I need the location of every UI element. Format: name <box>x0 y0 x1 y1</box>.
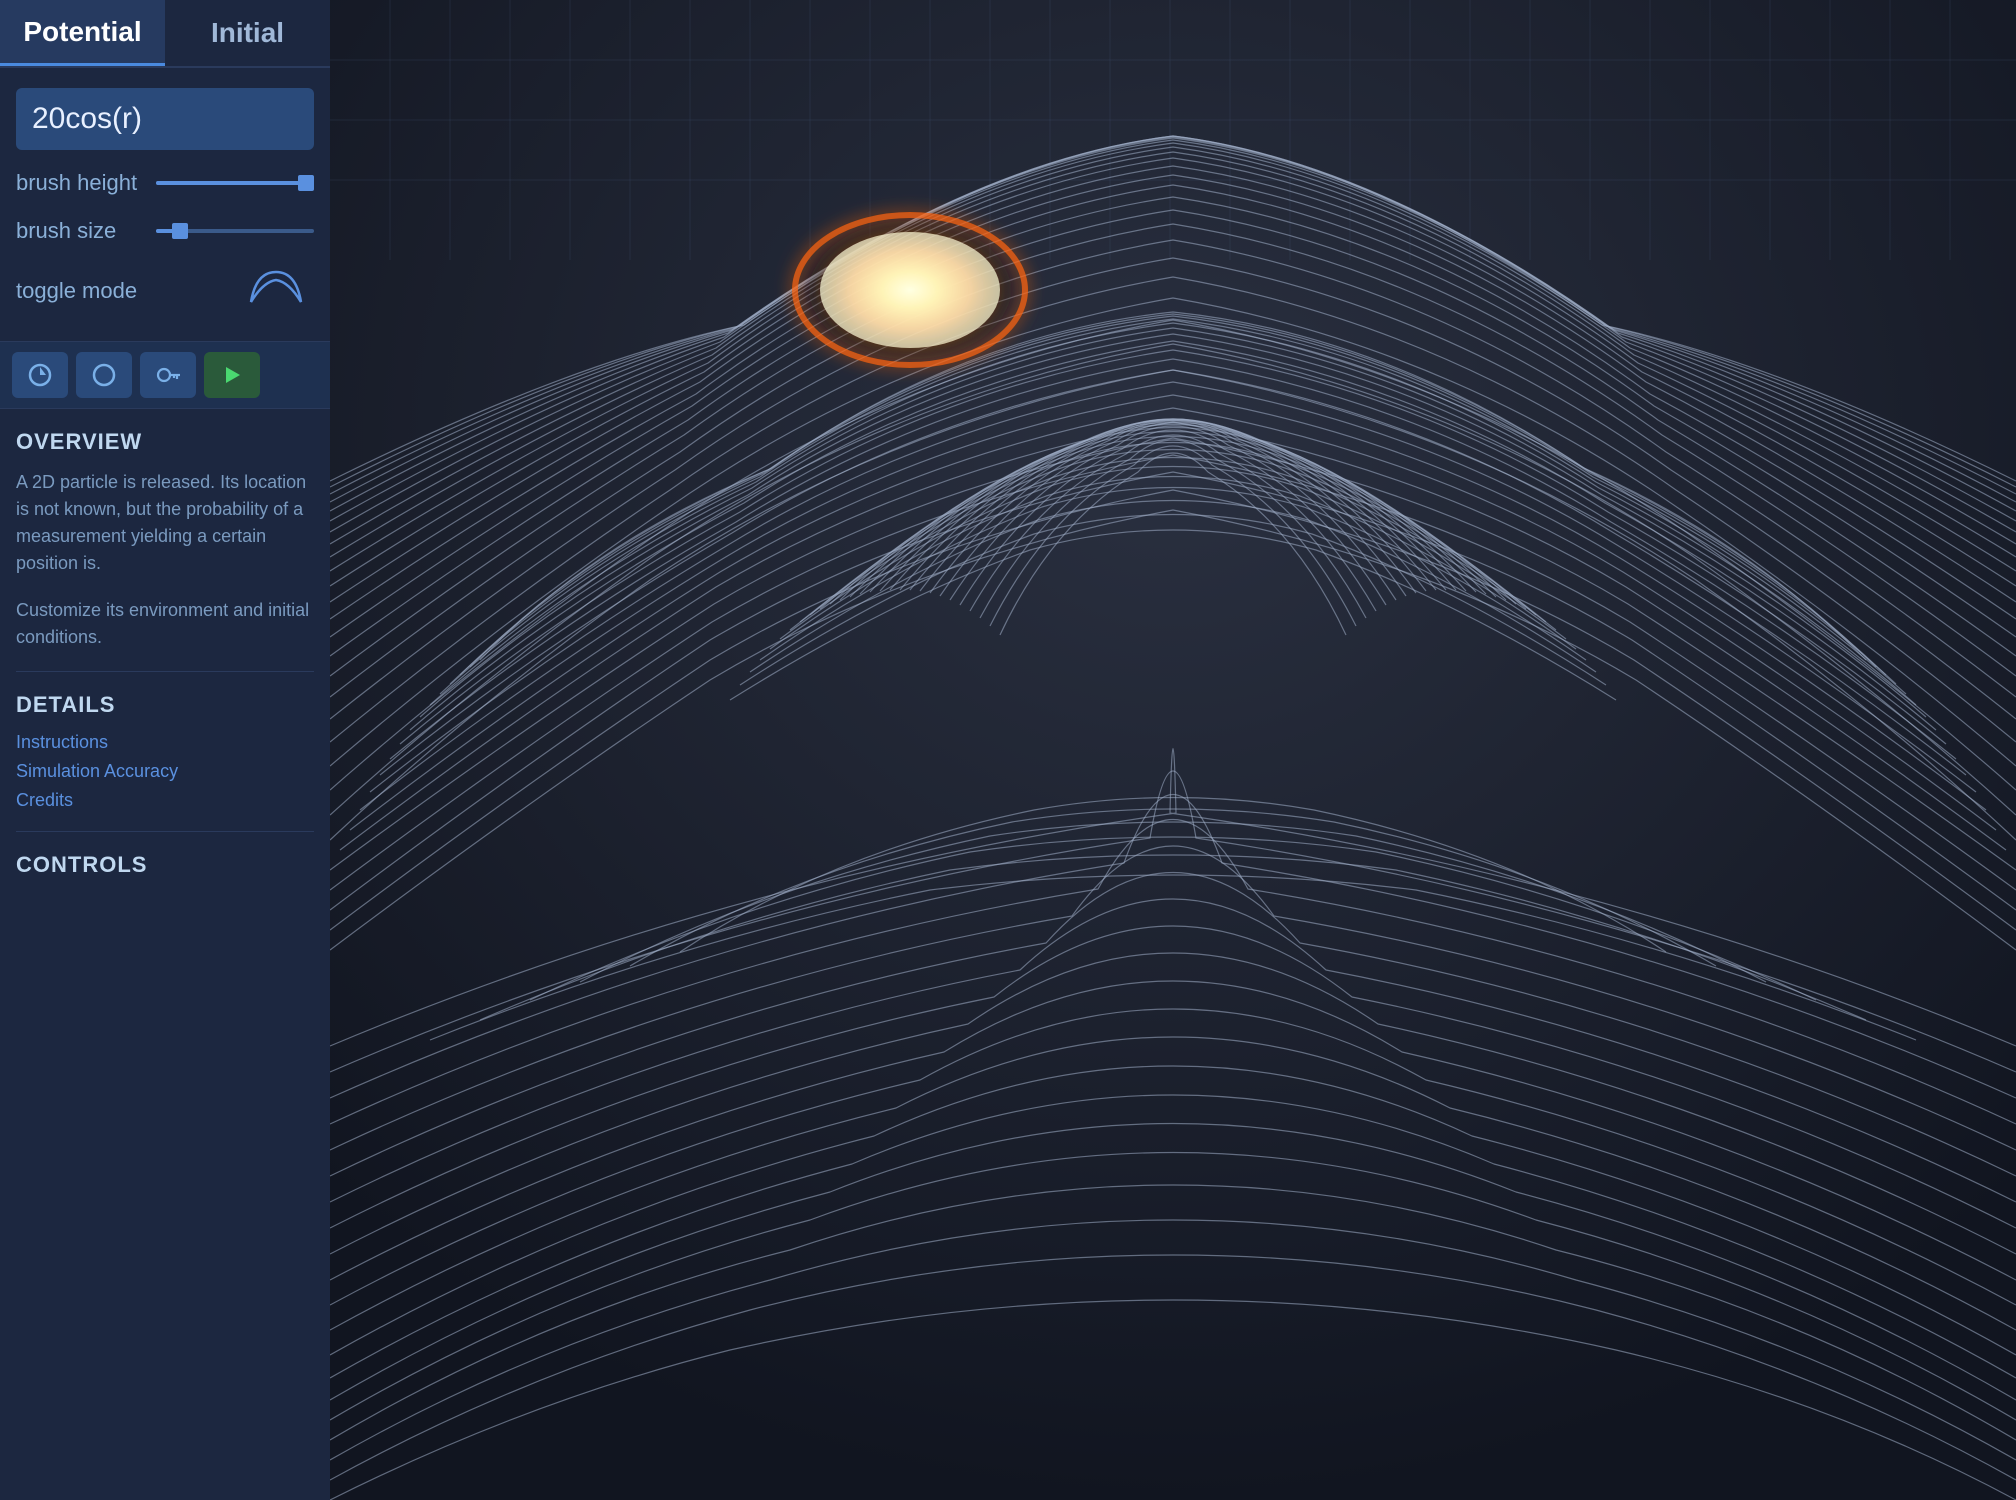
instructions-link[interactable]: Instructions <box>16 732 314 753</box>
info-section: OVERVIEW A 2D particle is released. Its … <box>0 409 330 1500</box>
divider1 <box>16 671 314 672</box>
settings-button[interactable] <box>140 352 196 398</box>
main-visualization[interactable] <box>330 0 2016 1500</box>
brush-height-track[interactable] <box>156 181 314 185</box>
play-icon <box>220 363 244 387</box>
details-section: DETAILS Instructions Simulation Accuracy… <box>16 692 314 811</box>
toggle-mode-label: toggle mode <box>16 278 156 304</box>
sliders-section: brush height brush size toggle mode <box>0 160 330 341</box>
tab-bar: Potential Initial <box>0 0 330 68</box>
formula-section <box>0 68 330 160</box>
brush-height-label: brush height <box>16 170 156 196</box>
toggle-mode-row: toggle mode <box>16 266 314 315</box>
overview-text2: Customize its environment and initial co… <box>16 597 314 651</box>
glow-spot-inner <box>820 232 1000 348</box>
tab-initial[interactable]: Initial <box>165 0 330 66</box>
overview-title: OVERVIEW <box>16 429 314 455</box>
key-icon <box>154 361 182 389</box>
controls-title: CONTROLS <box>16 852 314 878</box>
clear-button[interactable] <box>76 352 132 398</box>
play-button[interactable] <box>204 352 260 398</box>
overview-section: OVERVIEW A 2D particle is released. Its … <box>16 429 314 651</box>
brush-size-label: brush size <box>16 218 156 244</box>
brush-height-fill <box>156 181 306 185</box>
tab-potential[interactable]: Potential <box>0 0 165 66</box>
brush-height-thumb[interactable] <box>298 175 314 191</box>
action-buttons-bar <box>0 341 330 409</box>
brush-size-row: brush size <box>16 218 314 244</box>
brush-height-row: brush height <box>16 170 314 196</box>
circle-icon <box>90 361 118 389</box>
overview-text1: A 2D particle is released. Its location … <box>16 469 314 577</box>
credits-link[interactable]: Credits <box>16 790 314 811</box>
brush-size-track[interactable] <box>156 229 314 233</box>
toggle-mode-button[interactable] <box>246 266 306 315</box>
brush-size-thumb[interactable] <box>172 223 188 239</box>
reset-button[interactable] <box>12 352 68 398</box>
formula-input[interactable] <box>16 88 314 150</box>
reset-icon <box>26 361 54 389</box>
controls-section: CONTROLS <box>16 852 314 878</box>
divider2 <box>16 831 314 832</box>
surface-visualization <box>330 0 2016 1500</box>
simulation-accuracy-link[interactable]: Simulation Accuracy <box>16 761 314 782</box>
sidebar: Potential Initial brush height brush siz… <box>0 0 330 1500</box>
details-title: DETAILS <box>16 692 314 718</box>
